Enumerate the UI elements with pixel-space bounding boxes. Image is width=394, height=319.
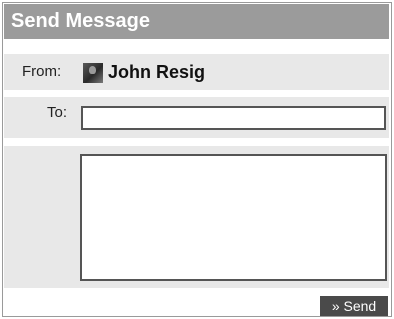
message-row: [4, 146, 389, 288]
panel-title: Send Message: [4, 4, 389, 39]
send-button[interactable]: » Send: [320, 296, 388, 316]
to-label: To:: [47, 104, 68, 121]
from-user-name: John Resig: [108, 62, 206, 82]
from-label: From:: [22, 63, 62, 80]
to-row: To:: [4, 97, 389, 138]
to-input[interactable]: [81, 106, 386, 130]
from-user: John Resig: [83, 62, 205, 83]
user-avatar-icon: [83, 62, 103, 83]
message-textarea[interactable]: [80, 154, 387, 281]
from-row: From: John Resig: [4, 54, 389, 90]
